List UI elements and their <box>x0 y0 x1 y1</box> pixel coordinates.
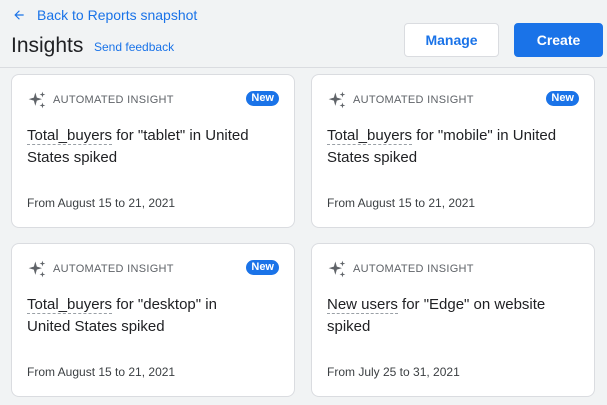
insight-card[interactable]: AUTOMATED INSIGHT New Total_buyers for "… <box>11 74 295 228</box>
arrow-left-icon <box>14 10 24 20</box>
insight-date-range: From August 15 to 21, 2021 <box>27 365 176 379</box>
insight-type-label: AUTOMATED INSIGHT <box>353 263 474 275</box>
metric-name: Total_buyers <box>27 127 113 145</box>
back-to-reports-link[interactable]: Back to Reports snapshot <box>12 4 197 26</box>
metric-name: Total_buyers <box>327 127 413 145</box>
new-badge: New <box>246 260 279 275</box>
create-button[interactable]: Create <box>514 23 603 57</box>
metric-name: Total_buyers <box>27 296 113 314</box>
metric-name: New users <box>327 296 398 314</box>
insight-type-label: AUTOMATED INSIGHT <box>53 94 174 106</box>
insight-type-label: AUTOMATED INSIGHT <box>53 263 174 275</box>
insight-title: Total_buyers for "tablet" in United Stat… <box>27 125 257 169</box>
sparkle-icon <box>28 91 46 109</box>
sparkle-icon <box>28 260 46 278</box>
new-badge: New <box>246 91 279 106</box>
sparkle-icon <box>328 91 346 109</box>
insight-type-label: AUTOMATED INSIGHT <box>353 94 474 106</box>
insight-title: New users for "Edge" on website spiked <box>327 294 557 338</box>
send-feedback-link[interactable]: Send feedback <box>94 40 174 54</box>
sparkle-icon <box>328 260 346 278</box>
insight-date-range: From August 15 to 21, 2021 <box>327 196 476 210</box>
insight-title: Total_buyers for "mobile" in United Stat… <box>327 125 557 169</box>
insight-date-range: From July 25 to 31, 2021 <box>327 365 460 379</box>
back-link-label: Back to Reports snapshot <box>37 7 198 23</box>
new-badge: New <box>546 91 579 106</box>
insight-date-range: From August 15 to 21, 2021 <box>27 196 176 210</box>
insight-card[interactable]: AUTOMATED INSIGHT New users for "Edge" o… <box>311 243 595 397</box>
header: Back to Reports snapshot Insights Send f… <box>0 0 607 68</box>
manage-button[interactable]: Manage <box>404 23 499 57</box>
insight-card[interactable]: AUTOMATED INSIGHT New Total_buyers for "… <box>11 243 295 397</box>
insight-card[interactable]: AUTOMATED INSIGHT New Total_buyers for "… <box>311 74 595 228</box>
page-title: Insights <box>11 34 84 57</box>
insight-title: Total_buyers for "desktop" in United Sta… <box>27 294 257 338</box>
